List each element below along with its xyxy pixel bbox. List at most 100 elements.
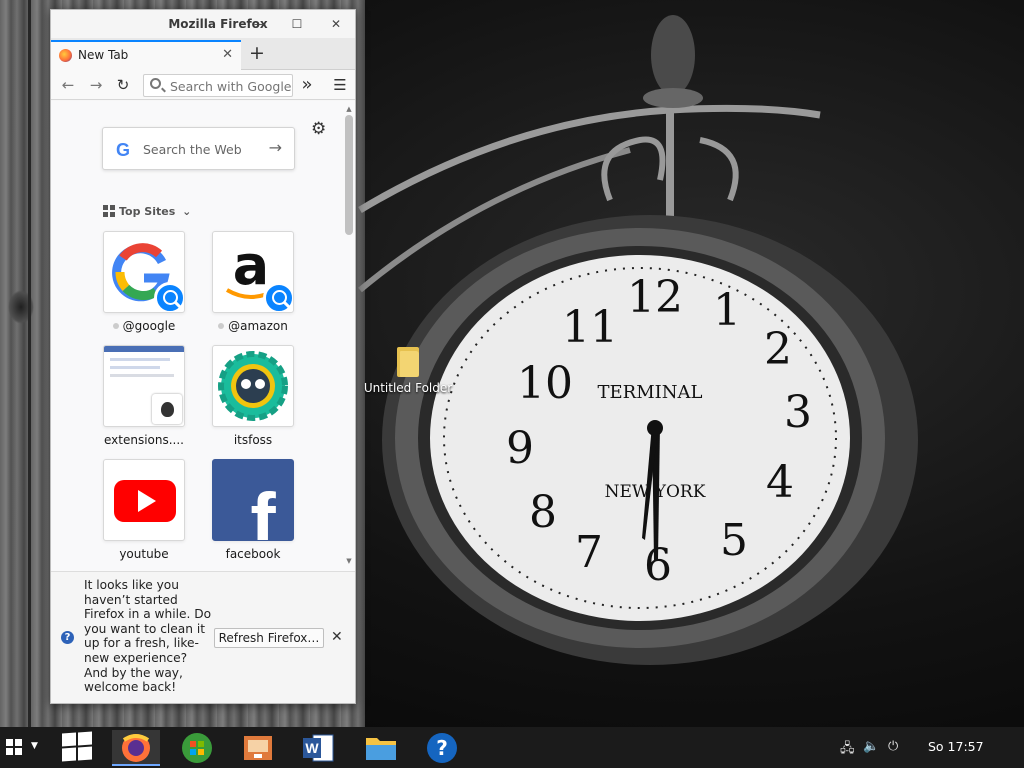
search-shortcut-badge-icon	[263, 282, 293, 312]
top-site-tile[interactable]: extensions....	[103, 345, 185, 447]
tab-title: New Tab	[78, 48, 129, 62]
close-notification-icon[interactable]: ✕	[331, 629, 343, 645]
tab-close-icon[interactable]: ✕	[222, 47, 233, 62]
tile-caption: @amazon	[228, 319, 288, 333]
tile-thumbnail	[212, 345, 294, 427]
windows-xp-taskbar-button[interactable]	[173, 730, 221, 766]
svg-text:12: 12	[627, 272, 683, 323]
window-title: Mozilla Firefox	[168, 17, 268, 31]
desktop-folder-label: Untitled Folder	[363, 381, 453, 395]
minimize-button[interactable]: —	[251, 15, 269, 33]
windows-logo-icon[interactable]	[62, 731, 92, 762]
svg-text:11: 11	[562, 302, 618, 353]
search-shortcut-badge-icon	[154, 282, 184, 312]
question-icon: ?	[61, 631, 74, 644]
tile-caption: facebook	[225, 547, 281, 561]
pin-icon	[218, 323, 225, 329]
svg-text:?: ?	[436, 736, 448, 760]
desktop-folder[interactable]: Untitled Folder	[360, 345, 456, 395]
tile-thumbnail	[103, 459, 185, 541]
installer-taskbar-button[interactable]	[234, 730, 282, 766]
tile-caption: itsfoss	[233, 433, 273, 447]
search-icon	[150, 78, 161, 89]
new-tab-page: ⚙ G Search the Web → Top Sites ⌄ @google	[51, 101, 355, 571]
top-sites-header[interactable]: Top Sites ⌄	[103, 205, 191, 218]
top-site-tile[interactable]: a @amazon	[212, 231, 294, 333]
taskbar-clock[interactable]: So 17:57	[928, 739, 984, 754]
svg-text:10: 10	[517, 358, 573, 409]
gear-icon[interactable]: ⚙	[311, 119, 326, 139]
notification-message: It looks like you haven’t started Firefo…	[84, 578, 212, 695]
windows-xp-icon	[182, 733, 212, 763]
tab-new-tab[interactable]: New Tab ✕	[51, 40, 241, 70]
top-site-tile[interactable]: youtube	[103, 459, 185, 561]
tile-thumbnail: f	[212, 459, 294, 541]
svg-text:a: a	[233, 234, 269, 297]
top-site-tile[interactable]: itsfoss	[212, 345, 294, 447]
file-explorer-taskbar-button[interactable]	[357, 730, 405, 766]
forward-icon[interactable]: →	[85, 74, 107, 96]
search-arrow-icon[interactable]: →	[269, 138, 282, 157]
help-taskbar-button[interactable]: ?	[418, 730, 466, 766]
url-input[interactable]	[170, 77, 292, 95]
youtube-icon	[114, 480, 176, 522]
gnome-extensions-icon	[152, 394, 182, 424]
power-icon[interactable]: ⏻	[888, 739, 898, 754]
tile-caption: @google	[122, 319, 176, 333]
file-explorer-icon	[366, 738, 396, 760]
firefox-taskbar-button[interactable]	[112, 730, 160, 766]
svg-text:4: 4	[766, 457, 794, 508]
svg-text:9: 9	[506, 423, 534, 474]
tile-thumbnail: a	[212, 231, 294, 313]
itsfoss-icon	[218, 351, 288, 421]
svg-text:7: 7	[575, 527, 603, 578]
taskbar: ▼ W ? 🖧 🔈 ⏻ So 17:57	[0, 727, 1024, 768]
google-logo-icon: G	[116, 140, 131, 160]
svg-text:1: 1	[713, 285, 741, 336]
help-icon: ?	[427, 733, 457, 763]
tile-caption: youtube	[119, 547, 169, 561]
svg-text:f: f	[250, 478, 276, 540]
refresh-firefox-button[interactable]: Refresh Firefox…	[214, 628, 324, 648]
firefox-favicon-icon	[59, 49, 72, 62]
back-icon[interactable]: ←	[57, 74, 79, 96]
web-search-box[interactable]: G Search the Web →	[102, 127, 295, 170]
caret-up-icon[interactable]: ▼	[31, 741, 38, 751]
reload-icon[interactable]: ↻	[112, 74, 134, 96]
volume-icon[interactable]: 🔈	[863, 739, 879, 754]
refresh-notification-bar: ? It looks like you haven’t started Fire…	[51, 571, 355, 703]
firefox-window: Mozilla Firefox — ☐ ✕ New Tab ✕ + ← → ↻ …	[50, 9, 356, 704]
url-bar[interactable]	[143, 74, 293, 97]
scroll-down-icon[interactable]: ▼	[345, 557, 353, 565]
word-taskbar-button[interactable]: W	[295, 730, 343, 766]
network-icon[interactable]: 🖧	[840, 739, 855, 761]
top-sites-label: Top Sites	[119, 205, 176, 218]
top-site-tile[interactable]: f facebook	[212, 459, 294, 561]
page-scrollbar[interactable]: ▲ ▼	[345, 105, 353, 565]
tile-caption: extensions....	[103, 433, 184, 447]
svg-text:2: 2	[764, 324, 792, 375]
tab-strip: New Tab ✕ +	[51, 38, 355, 70]
start-menu-icon[interactable]	[6, 739, 22, 755]
svg-text:3: 3	[784, 387, 812, 438]
overflow-chevron-icon[interactable]: »	[296, 74, 318, 96]
close-window-button[interactable]: ✕	[327, 15, 345, 33]
facebook-icon: f	[250, 478, 276, 540]
scrollbar-thumb[interactable]	[345, 115, 353, 235]
new-tab-button[interactable]: +	[249, 42, 265, 64]
hamburger-menu-icon[interactable]: ☰	[329, 74, 351, 96]
window-titlebar[interactable]: Mozilla Firefox — ☐ ✕	[51, 10, 355, 38]
navigation-toolbar: ← → ↻ » ☰	[51, 70, 355, 100]
folder-icon	[397, 345, 419, 377]
pin-icon	[112, 323, 119, 329]
maximize-button[interactable]: ☐	[288, 15, 306, 33]
grid-icon	[103, 205, 115, 217]
tile-thumbnail	[103, 345, 185, 427]
word-icon: W	[303, 734, 334, 762]
scroll-up-icon[interactable]: ▲	[345, 105, 353, 113]
firefox-icon	[122, 734, 150, 762]
chevron-down-icon: ⌄	[182, 205, 192, 218]
search-label: Search the Web	[143, 142, 242, 157]
top-site-tile[interactable]: @google	[103, 231, 185, 333]
installer-icon	[244, 736, 272, 760]
